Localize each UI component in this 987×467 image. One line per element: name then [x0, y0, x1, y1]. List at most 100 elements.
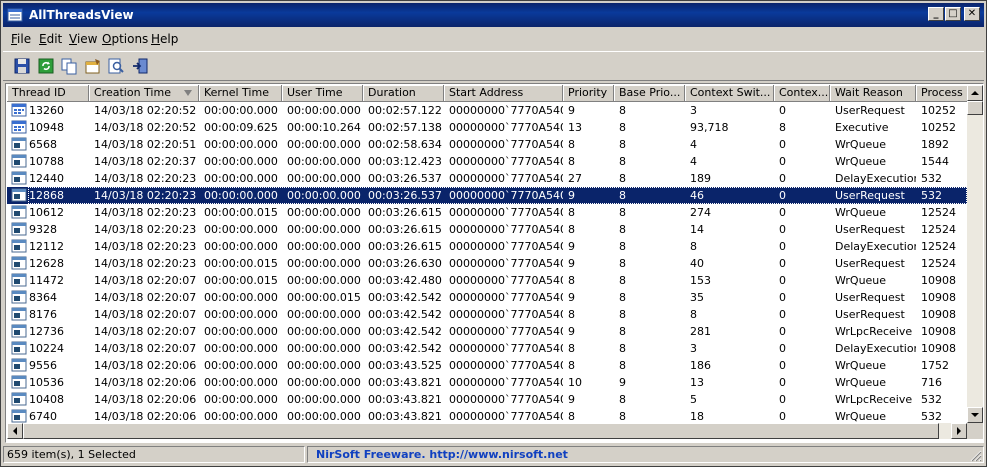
cell-context-switch-change: 0: [779, 155, 786, 168]
scroll-up-button[interactable]: [967, 85, 983, 101]
cell-context-switches: 93,718: [690, 121, 729, 134]
table-row[interactable]: 6568 14/03/18 02:20:51 00:00:00.000 00:00:0…: [7, 136, 967, 153]
refresh-icon[interactable]: [37, 57, 55, 75]
menu-label-rest: ptions: [111, 32, 149, 46]
cell-kernel-time: 00:00:00.000: [204, 393, 278, 406]
cell-start-address: 00000000`7770A540: [449, 342, 563, 355]
cell-context-switches: 4: [690, 138, 697, 151]
cell-creation-time: 14/03/18 02:20:52: [94, 104, 197, 117]
cell-process-id: 12524: [921, 257, 956, 270]
table-row[interactable]: 10224 14/03/18 02:20:07 00:00:00.000 00:00:…: [7, 340, 967, 357]
cell-duration: 00:03:26.630: [368, 257, 442, 270]
cell-creation-time: 14/03/18 02:20:06: [94, 393, 197, 406]
resize-grip-icon[interactable]: [970, 450, 982, 462]
nirsoft-link[interactable]: NirSoft Freeware. http://www.nirsoft.net: [311, 448, 568, 461]
table-row[interactable]: 10948 14/03/18 02:20:52 00:00:09.625 00:00:…: [7, 119, 967, 136]
cell-context-switch-change: 0: [779, 308, 786, 321]
horizontal-scroll-thumb[interactable]: [23, 423, 939, 439]
menu-edit[interactable]: Edit: [39, 32, 62, 46]
cell-base-priority: 8: [619, 393, 626, 406]
column-header-thread-id[interactable]: Thread ID: [7, 85, 89, 102]
cell-kernel-time: 00:00:09.625: [204, 121, 278, 134]
cell-kernel-time: 00:00:00.015: [204, 257, 278, 270]
column-header-context-switches[interactable]: Context Swit...: [685, 85, 774, 102]
table-row[interactable]: 8176 14/03/18 02:20:07 00:00:00.000 00:00:0…: [7, 306, 967, 323]
column-header-creation-time[interactable]: Creation Time: [89, 85, 199, 102]
column-header-duration[interactable]: Duration: [363, 85, 444, 102]
table-row[interactable]: 13260 14/03/18 02:20:52 00:00:00.000 00:00:…: [7, 102, 967, 119]
table-row[interactable]: 6740 14/03/18 02:20:06 00:00:00.000 00:00:0…: [7, 408, 967, 423]
menu-view[interactable]: View: [69, 32, 97, 46]
table-row[interactable]: 11472 14/03/18 02:20:07 00:00:00.015 00:00:…: [7, 272, 967, 289]
cell-context-switch-change: 0: [779, 172, 786, 185]
maximize-button[interactable]: □: [945, 7, 961, 21]
close-button[interactable]: ✕: [964, 7, 980, 21]
cell-creation-time: 14/03/18 02:20:07: [94, 274, 197, 287]
cell-base-priority: 8: [619, 172, 626, 185]
cell-thread-id: 10612: [29, 206, 64, 219]
table-row[interactable]: 12440 14/03/18 02:20:23 00:00:00.000 00:00:…: [7, 170, 967, 187]
cell-process-id: 1544: [921, 155, 949, 168]
minimize-button[interactable]: _: [928, 7, 944, 21]
cell-wait-reason: WrLpcReceive: [835, 325, 913, 338]
menu-label-rest: ile: [17, 32, 32, 46]
save-icon[interactable]: [13, 57, 31, 75]
cell-duration: 00:03:12.423: [368, 155, 442, 168]
scroll-right-button[interactable]: [951, 423, 967, 439]
table-row[interactable]: 10612 14/03/18 02:20:23 00:00:00.015 00:00:…: [7, 204, 967, 221]
exit-icon[interactable]: [131, 57, 149, 75]
cell-priority: 13: [568, 121, 582, 134]
table-header: Thread ID Creation Time Kernel Time User Ti…: [7, 85, 967, 102]
table-row[interactable]: 10408 14/03/18 02:20:06 00:00:00.000 00:00:…: [7, 391, 967, 408]
arrow-right-icon: [957, 427, 961, 435]
copy-icon[interactable]: [60, 57, 78, 75]
cell-kernel-time: 00:00:00.000: [204, 359, 278, 372]
cell-thread-id: 10536: [29, 376, 64, 389]
cell-duration: 00:03:43.525: [368, 359, 442, 372]
table-row[interactable]: 10788 14/03/18 02:20:37 00:00:00.000 00:00:…: [7, 153, 967, 170]
column-header-kernel-time[interactable]: Kernel Time: [199, 85, 282, 102]
horizontal-scrollbar[interactable]: [7, 423, 967, 439]
table-row[interactable]: 12736 14/03/18 02:20:07 00:00:00.000 00:00:…: [7, 323, 967, 340]
title-bar[interactable]: AllThreadsView _ □ ✕: [3, 3, 984, 27]
column-header-user-time[interactable]: User Time: [282, 85, 363, 102]
cell-thread-id: 6568: [29, 138, 57, 151]
find-icon[interactable]: [107, 57, 125, 75]
cell-thread-id: 11472: [29, 274, 64, 287]
properties-icon[interactable]: [84, 57, 102, 75]
table-row-selected[interactable]: 12868 14/03/18 02:20:23 00:00:00.000 00:00:…: [7, 187, 967, 204]
table-row[interactable]: 8364 14/03/18 02:20:07 00:00:00.000 00:00:0…: [7, 289, 967, 306]
threads-list[interactable]: Thread ID Creation Time Kernel Time User Ti…: [5, 83, 984, 443]
table-row[interactable]: 10536 14/03/18 02:20:06 00:00:00.000 00:00:…: [7, 374, 967, 391]
cell-wait-reason: WrQueue: [835, 410, 887, 423]
column-header-base-priority[interactable]: Base Prio...: [614, 85, 685, 102]
menu-file[interactable]: File: [11, 32, 31, 46]
scroll-left-button[interactable]: [7, 423, 23, 439]
cell-start-address: 00000000`7770A540: [449, 172, 563, 185]
cell-wait-reason: Executive: [835, 121, 889, 134]
menu-options[interactable]: Options: [102, 32, 148, 46]
column-header-context-switch-change[interactable]: Contex...: [774, 85, 830, 102]
cell-start-address: 00000000`7770A540: [449, 223, 563, 236]
cell-creation-time: 14/03/18 02:20:06: [94, 376, 197, 389]
column-header-start-address[interactable]: Start Address: [444, 85, 563, 102]
vertical-scroll-thumb[interactable]: [967, 101, 983, 115]
table-row[interactable]: 12112 14/03/18 02:20:23 00:00:00.000 00:00:…: [7, 238, 967, 255]
column-header-wait-reason[interactable]: Wait Reason: [830, 85, 916, 102]
column-header-process-id[interactable]: Process ID: [916, 85, 967, 102]
cell-start-address: 00000000`7770A540: [449, 376, 563, 389]
column-header-label: Contex...: [779, 86, 829, 99]
cell-user-time: 00:00:00.000: [287, 393, 361, 406]
cell-start-address: 00000000`7770A540: [449, 121, 563, 134]
scroll-down-button[interactable]: [967, 407, 983, 423]
table-row[interactable]: 9328 14/03/18 02:20:23 00:00:00.000 00:00:0…: [7, 221, 967, 238]
column-header-label: Wait Reason: [835, 86, 903, 99]
cell-creation-time: 14/03/18 02:20:23: [94, 172, 197, 185]
table-row[interactable]: 9556 14/03/18 02:20:06 00:00:00.000 00:00:0…: [7, 357, 967, 374]
menu-help[interactable]: Help: [151, 32, 178, 46]
cell-process-id: 532: [921, 393, 942, 406]
column-header-priority[interactable]: Priority: [563, 85, 614, 102]
table-row[interactable]: 12628 14/03/18 02:20:23 00:00:00.015 00:00:…: [7, 255, 967, 272]
vertical-scrollbar[interactable]: [967, 85, 983, 423]
cell-priority: 9: [568, 257, 575, 270]
